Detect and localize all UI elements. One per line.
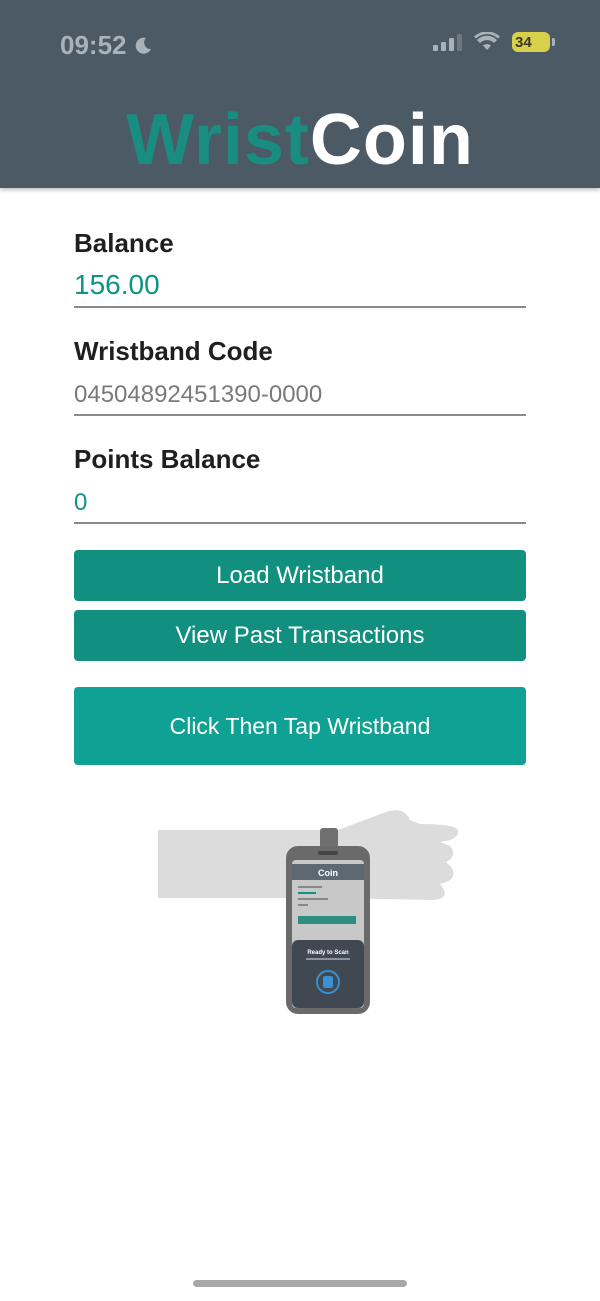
scan-title-text: Ready to Scan: [307, 950, 349, 956]
balance-label: Balance: [74, 228, 174, 258]
load-wristband-label: Load Wristband: [216, 561, 384, 589]
status-icons: 34: [432, 32, 555, 52]
wifi-icon: [474, 32, 500, 50]
view-past-transactions-label: View Past Transactions: [175, 621, 425, 649]
battery-icon: 34: [512, 32, 555, 52]
tap-wristband-button[interactable]: Click Then Tap Wristband: [74, 687, 526, 765]
app-header: 09:52 34 WristCoin: [0, 0, 600, 188]
wristband-code-label: Wristband Code: [74, 336, 273, 366]
signal-icon: [433, 34, 462, 51]
phone-logo-text: Coin: [318, 868, 338, 878]
app-logo: WristCoin: [0, 100, 600, 180]
balance-field: Balance 156.00: [74, 228, 526, 308]
status-time-text: 09:52: [60, 30, 127, 60]
points-balance-label: Points Balance: [74, 444, 261, 474]
logo-coin: Coin: [309, 100, 474, 180]
status-time: 09:52: [60, 30, 153, 61]
wristband-code-field: Wristband Code 04504892451390-0000: [74, 336, 526, 416]
battery-level: 34: [515, 33, 532, 51]
points-balance-value: 0: [74, 489, 88, 516]
tap-wristband-illustration: Coin Ready to Scan: [158, 806, 460, 1016]
balance-value: 156.00: [74, 269, 160, 300]
hand-phone-illustration: Coin Ready to Scan: [158, 810, 459, 1014]
logo-wrist: Wrist: [126, 100, 310, 180]
home-indicator[interactable]: [193, 1280, 407, 1287]
tap-wristband-label: Click Then Tap Wristband: [169, 712, 431, 739]
moon-icon: [135, 37, 151, 54]
points-balance-field: Points Balance 0: [74, 444, 526, 524]
wristband-code-value: 04504892451390-0000: [74, 381, 323, 408]
view-past-transactions-button[interactable]: View Past Transactions: [74, 610, 526, 661]
load-wristband-button[interactable]: Load Wristband: [74, 550, 526, 601]
